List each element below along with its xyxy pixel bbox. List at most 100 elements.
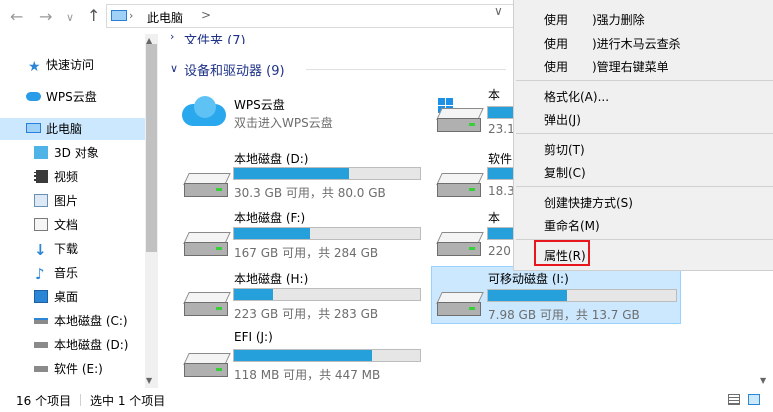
- menu-item-force-delete[interactable]: 使用 )强力删除: [544, 11, 645, 28]
- computer-icon: [26, 123, 41, 133]
- menu-item-eject[interactable]: 弹出(J): [544, 111, 581, 128]
- drive-space-text: 30.3 GB 可用，共 80.0 GB: [234, 186, 386, 200]
- drive-usage-bar: [233, 227, 421, 240]
- menu-item-rename[interactable]: 重命名(M): [544, 217, 600, 234]
- nav-scrollbar-thumb[interactable]: [146, 44, 157, 252]
- chevron-down-icon[interactable]: ∨: [170, 62, 178, 75]
- hard-drive-icon: [183, 173, 231, 199]
- drive-name[interactable]: 本地磁盘 (H:): [234, 270, 308, 287]
- status-divider: [80, 394, 81, 406]
- sidebar-item-desktop[interactable]: 桌面: [0, 286, 145, 308]
- hard-drive-icon: [183, 353, 231, 379]
- pictures-icon: [34, 194, 48, 207]
- drive-space-text: 220: [488, 244, 511, 258]
- wps-cloud-icon: [182, 96, 228, 126]
- drive-name[interactable]: 本地磁盘 (F:): [234, 209, 305, 226]
- sidebar-item-documents[interactable]: 文档: [0, 214, 145, 236]
- sidebar-item-drive-c[interactable]: 本地磁盘 (C:): [0, 310, 145, 332]
- drive-usage-fill: [234, 289, 274, 300]
- sidebar-item-drive-e[interactable]: 软件 (E:): [0, 358, 145, 380]
- download-icon: ↓: [34, 241, 47, 259]
- recent-locations-button[interactable]: ∨: [66, 10, 74, 26]
- menu-item-create-shortcut[interactable]: 创建快捷方式(S): [544, 194, 633, 211]
- menu-item-trojan-scan[interactable]: 使用 )进行木马云查杀: [544, 35, 681, 52]
- chevron-right-icon[interactable]: ›: [170, 30, 174, 43]
- address-bar[interactable]: › 此电脑 >: [106, 4, 514, 28]
- context-menu: 使用 )强力删除 使用 )进行木马云查杀 使用 )管理右键菜单 格式化(A)..…: [513, 0, 773, 271]
- address-dropdown-button[interactable]: ∨: [494, 4, 503, 18]
- video-icon: [34, 170, 48, 183]
- wps-cloud-subtitle: 双击进入WPS云盘: [234, 116, 333, 130]
- drive-space-text: 23.1: [488, 122, 515, 136]
- sidebar-item-3d-objects[interactable]: 3D 对象: [0, 142, 145, 164]
- drive-usage-bar: [233, 288, 421, 301]
- hard-drive-icon: [183, 232, 231, 258]
- drive-icon: [34, 366, 48, 372]
- sidebar-item-pictures[interactable]: 图片: [0, 190, 145, 212]
- wps-cloud-name[interactable]: WPS云盘: [234, 96, 285, 113]
- sidebar-item-quick-access[interactable]: ★ 快速访问: [0, 54, 145, 76]
- hard-drive-icon: [436, 232, 484, 258]
- menu-item-manage-context-menu[interactable]: 使用 )管理右键菜单: [544, 58, 669, 75]
- large-icons-view-icon[interactable]: [748, 394, 760, 405]
- scroll-down-icon[interactable]: ▼: [760, 376, 766, 385]
- menu-item-copy[interactable]: 复制(C): [544, 164, 586, 181]
- drive-usage-fill: [234, 350, 372, 361]
- drive-space-text: 118 MB 可用，共 447 MB: [234, 368, 381, 382]
- breadcrumb-chevron-icon[interactable]: >: [201, 8, 211, 22]
- drive-name[interactable]: 软件: [488, 150, 512, 167]
- menu-item-cut[interactable]: 剪切(T): [544, 141, 585, 158]
- sidebar-item-drive-d[interactable]: 本地磁盘 (D:): [0, 334, 145, 356]
- up-button[interactable]: ↑: [87, 8, 100, 24]
- drive-name[interactable]: 本地磁盘 (D:): [234, 150, 308, 167]
- drive-icon: [34, 342, 48, 348]
- drive-name: 可移动磁盘 (I:): [488, 272, 569, 286]
- drive-usage-bar: [233, 167, 421, 180]
- sidebar-item-music[interactable]: ♪ 音乐: [0, 262, 145, 284]
- hard-drive-icon: [436, 292, 484, 318]
- scroll-down-icon[interactable]: ▼: [146, 376, 152, 385]
- drive-c-icon: [34, 318, 48, 324]
- desktop-icon: [34, 290, 48, 303]
- drive-name[interactable]: 本: [488, 209, 500, 226]
- hard-drive-icon: [436, 108, 484, 134]
- sidebar-item-this-pc[interactable]: 此电脑: [0, 118, 145, 140]
- folders-group-header[interactable]: 文件夹 (7): [184, 30, 246, 44]
- drive-usage-bar: [233, 349, 421, 362]
- drive-space-text: 18.3: [488, 184, 515, 198]
- back-button[interactable]: ←: [10, 9, 23, 25]
- drive-name[interactable]: EFI (J:): [234, 330, 273, 344]
- forward-button[interactable]: →: [39, 9, 52, 25]
- scroll-up-icon[interactable]: ▲: [146, 36, 152, 45]
- removable-drive-item[interactable]: 可移动磁盘 (I:) 7.98 GB 可用，共 13.7 GB: [431, 266, 681, 324]
- properties-highlight-box: [534, 240, 590, 266]
- drive-usage-fill: [234, 228, 311, 239]
- drive-name[interactable]: 本: [488, 86, 500, 103]
- menu-separator: [516, 186, 773, 187]
- cloud-icon: [26, 92, 41, 101]
- group-divider: [306, 69, 506, 70]
- navigation-pane: ★ 快速访问 WPS云盘 此电脑 3D 对象 视频 图片 文档 ↓ 下载 ♪ 音…: [0, 34, 160, 388]
- selected-count: 选中 1 个项目: [90, 394, 166, 408]
- drive-usage-fill: [488, 290, 567, 301]
- documents-icon: [34, 218, 48, 231]
- menu-separator: [516, 80, 773, 81]
- 3d-objects-icon: [34, 146, 48, 159]
- sidebar-item-wps-cloud[interactable]: WPS云盘: [0, 86, 145, 108]
- breadcrumb-chevron-icon[interactable]: ›: [129, 9, 133, 22]
- sidebar-item-videos[interactable]: 视频: [0, 166, 145, 188]
- menu-item-format[interactable]: 格式化(A)...: [544, 88, 609, 105]
- drive-space-text: 7.98 GB 可用，共 13.7 GB: [488, 308, 640, 322]
- status-bar: 16 个项目 选中 1 个项目: [0, 388, 773, 412]
- devices-group-header[interactable]: 设备和驱动器 (9): [184, 60, 285, 79]
- star-icon: ★: [28, 59, 41, 75]
- details-view-icon[interactable]: [728, 394, 740, 405]
- hard-drive-icon: [183, 292, 231, 318]
- drive-usage-fill: [234, 168, 350, 179]
- sidebar-item-downloads[interactable]: ↓ 下载: [0, 238, 145, 260]
- item-count: 16 个项目: [16, 394, 72, 408]
- breadcrumb-this-pc[interactable]: 此电脑: [147, 9, 183, 26]
- drive-usage-bar: [487, 106, 513, 119]
- drive-usage-bar: [487, 167, 513, 180]
- drive-usage-bar: [487, 289, 677, 302]
